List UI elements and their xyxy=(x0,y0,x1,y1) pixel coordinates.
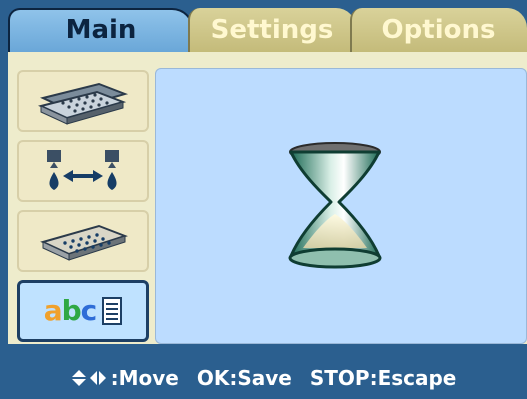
tab-options-label: Options xyxy=(381,15,496,45)
abc-list-icon: abc xyxy=(44,297,123,325)
abc-text: abc xyxy=(43,294,98,327)
help-move-text: :Move xyxy=(110,366,179,390)
abc-letter-c: c xyxy=(80,294,98,327)
content-viewport xyxy=(155,68,527,344)
help-stop: STOP:Escape xyxy=(309,366,457,390)
sidebar-item-abc-list[interactable]: abc xyxy=(17,280,149,342)
tab-main[interactable]: Main xyxy=(8,8,194,52)
left-right-arrows-icon xyxy=(89,371,106,385)
abc-letter-a: a xyxy=(43,294,63,327)
help-move: :Move xyxy=(71,366,179,390)
direction-icons xyxy=(71,369,107,387)
sidebar-item-transfer[interactable] xyxy=(17,140,149,202)
tab-settings-label: Settings xyxy=(210,15,334,45)
single-plate-icon xyxy=(40,224,129,261)
tab-settings[interactable]: Settings xyxy=(188,8,356,52)
help-bar: :Move OK:Save STOP:Escape xyxy=(0,357,527,399)
sidebar-item-plates[interactable] xyxy=(17,70,149,132)
tab-bar: Main Settings Options xyxy=(0,0,527,52)
tab-options[interactable]: Options xyxy=(350,8,527,52)
abc-letter-b: b xyxy=(61,294,82,327)
plates-icon xyxy=(38,82,129,125)
list-document-icon xyxy=(102,297,123,325)
hourglass-icon xyxy=(288,142,382,269)
sidebar-item-single-plate[interactable] xyxy=(17,210,149,272)
tab-main-label: Main xyxy=(65,15,137,45)
dispense-transfer-icon xyxy=(47,150,119,190)
up-down-arrows-icon xyxy=(71,370,86,386)
help-ok: OK:Save xyxy=(196,366,292,390)
